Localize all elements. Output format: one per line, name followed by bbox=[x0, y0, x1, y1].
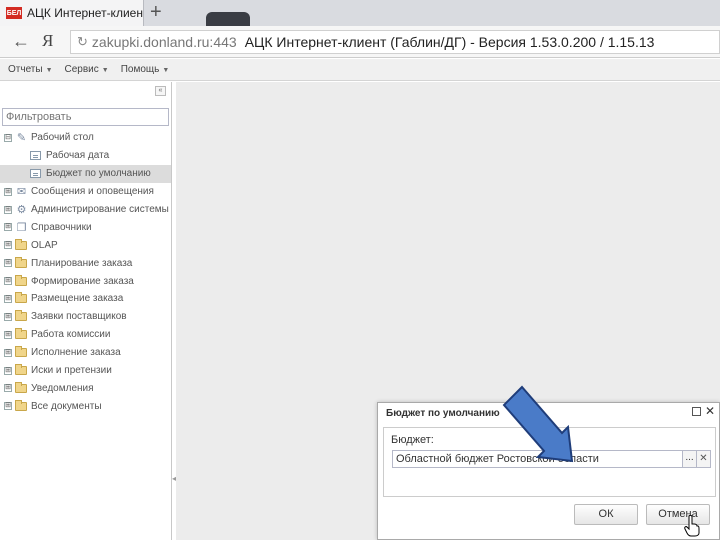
expand-toggle-icon[interactable]: ⊞ bbox=[4, 366, 12, 375]
tree-item-label: Рабочая дата bbox=[46, 150, 110, 162]
tree-item-desktop[interactable]: ⊟ ✎ Рабочий стол bbox=[0, 129, 171, 147]
tree-item-order-placement[interactable]: ⊞ Размещение заказа bbox=[0, 290, 171, 308]
tree-item-work-date[interactable]: Рабочая дата bbox=[0, 147, 171, 165]
tree-item-notifications[interactable]: ⊞ Уведомления bbox=[0, 379, 171, 397]
form-icon bbox=[30, 169, 41, 179]
tree-item-admin[interactable]: ⊞ ⚙ Администрирование системы bbox=[0, 201, 171, 219]
annotation-arrow-icon bbox=[502, 385, 574, 463]
expand-toggle-icon[interactable]: ⊞ bbox=[4, 384, 12, 393]
window-widget bbox=[206, 12, 250, 26]
expand-toggle-icon[interactable]: ⊞ bbox=[4, 294, 12, 303]
reload-icon[interactable]: ↻ bbox=[77, 34, 88, 50]
desktop-icon: ✎ bbox=[16, 132, 27, 145]
url-page-title: АЦК Интернет-клиент (Габлин/ДГ) - Версия… bbox=[244, 34, 655, 50]
folder-icon bbox=[15, 292, 27, 304]
yandex-logo-icon[interactable]: Я bbox=[42, 31, 53, 51]
tree-item-references[interactable]: ⊞ ❐ Справочники bbox=[0, 218, 171, 236]
dialog-title: Бюджет по умолчанию bbox=[386, 408, 500, 419]
tree-item-default-budget[interactable]: Бюджет по умолчанию bbox=[0, 164, 171, 183]
app-menu-bar: Отчеты ▼ Сервис ▼ Помощь ▼ bbox=[0, 59, 720, 81]
menu-reports[interactable]: Отчеты ▼ bbox=[8, 64, 53, 75]
cancel-button[interactable]: Отмена bbox=[646, 504, 710, 525]
folder-icon bbox=[15, 381, 27, 393]
tree-item-label: Работа комиссии bbox=[31, 329, 111, 341]
expand-toggle-icon[interactable]: ⊞ bbox=[4, 259, 12, 268]
tree-item-commission[interactable]: ⊞ Работа комиссии bbox=[0, 326, 171, 344]
budget-label: Бюджет: bbox=[391, 434, 434, 446]
browser-tab[interactable]: БЕЛ АЦК Интернет-клиент bbox=[0, 0, 144, 26]
tree-item-label: Исполнение заказа bbox=[31, 347, 121, 359]
tree-item-label: Администрирование системы bbox=[31, 204, 169, 215]
tree-item-label: Рабочий стол bbox=[31, 132, 94, 144]
favicon-icon: БЕЛ bbox=[6, 7, 22, 19]
expand-toggle-icon[interactable]: ⊞ bbox=[4, 223, 12, 232]
url-field[interactable]: ↻ zakupki.donland.ru:443 АЦК Интернет-кл… bbox=[70, 30, 720, 54]
expand-toggle-icon[interactable]: ⊞ bbox=[4, 348, 12, 357]
back-arrow-icon[interactable]: ← bbox=[12, 31, 30, 52]
ok-button[interactable]: ОК bbox=[574, 504, 638, 525]
new-tab-button[interactable]: + bbox=[150, 1, 162, 23]
tree-item-messages[interactable]: ⊞ ✉ Сообщения и оповещения bbox=[0, 183, 171, 201]
address-bar: ← Я ↻ zakupki.donland.ru:443 АЦК Интерне… bbox=[0, 26, 720, 58]
expand-toggle-icon[interactable]: ⊞ bbox=[4, 402, 12, 411]
admin-icon: ⚙ bbox=[16, 204, 27, 216]
tree-item-label: Иски и претензии bbox=[31, 365, 112, 377]
menu-service[interactable]: Сервис ▼ bbox=[65, 64, 109, 75]
form-icon bbox=[30, 151, 41, 161]
folder-icon bbox=[15, 364, 27, 376]
tree-item-label: Бюджет по умолчанию bbox=[46, 168, 151, 180]
tree-item-all-documents[interactable]: ⊞ Все документы bbox=[0, 397, 171, 415]
tree-item-claims[interactable]: ⊞ Иски и претензии bbox=[0, 362, 171, 380]
expand-toggle-icon[interactable]: ⊞ bbox=[4, 205, 12, 214]
folder-icon bbox=[15, 310, 27, 322]
tree-item-label: Уведомления bbox=[31, 382, 94, 394]
expand-toggle-icon[interactable]: ⊞ bbox=[4, 187, 12, 196]
navigation-panel: « ⊟ ✎ Рабочий стол Рабочая дата Бюджет п… bbox=[0, 82, 172, 540]
folder-icon bbox=[15, 238, 27, 250]
select-budget-button[interactable]: ... bbox=[683, 450, 697, 468]
collapse-toggle-icon[interactable]: ⊟ bbox=[4, 133, 12, 142]
tree-item-order-execution[interactable]: ⊞ Исполнение заказа bbox=[0, 344, 171, 362]
tab-title: АЦК Интернет-клиент bbox=[27, 6, 143, 20]
tree-item-label: Все документы bbox=[31, 400, 102, 412]
folder-icon bbox=[15, 274, 27, 286]
tree-item-label: Планирование заказа bbox=[31, 257, 133, 269]
tree-item-label: Сообщения и оповещения bbox=[31, 186, 154, 198]
collapse-panel-button[interactable]: « bbox=[155, 86, 166, 96]
messages-icon: ✉ bbox=[16, 186, 27, 199]
folder-icon bbox=[15, 346, 27, 358]
tree-item-label: Формирование заказа bbox=[31, 275, 134, 287]
maximize-icon[interactable] bbox=[692, 407, 701, 416]
chevron-down-icon: ▼ bbox=[162, 67, 170, 74]
tree-item-order-planning[interactable]: ⊞ Планирование заказа bbox=[0, 254, 171, 272]
folder-icon bbox=[15, 328, 27, 340]
chevron-down-icon: ▼ bbox=[45, 67, 53, 74]
browser-tab-strip: БЕЛ АЦК Интернет-клиент + bbox=[0, 0, 720, 26]
url-domain: zakupki.donland.ru:443 bbox=[91, 34, 237, 50]
expand-toggle-icon[interactable]: ⊞ bbox=[4, 330, 12, 339]
tree-item-label: OLAP bbox=[31, 239, 58, 251]
books-icon: ❐ bbox=[16, 221, 27, 234]
tree-item-supplier-bids[interactable]: ⊞ Заявки поставщиков bbox=[0, 308, 171, 326]
navigation-tree: ⊟ ✎ Рабочий стол Рабочая дата Бюджет по … bbox=[0, 129, 171, 415]
menu-help[interactable]: Помощь ▼ bbox=[121, 64, 170, 75]
close-icon[interactable]: ✕ bbox=[705, 404, 715, 418]
tree-item-olap[interactable]: ⊞ OLAP bbox=[0, 236, 171, 254]
tree-item-label: Размещение заказа bbox=[31, 293, 124, 305]
tree-item-label: Заявки поставщиков bbox=[31, 311, 127, 323]
expand-toggle-icon[interactable]: ⊞ bbox=[4, 277, 12, 286]
tree-item-label: Справочники bbox=[31, 221, 92, 233]
folder-icon bbox=[15, 399, 27, 411]
tree-item-order-forming[interactable]: ⊞ Формирование заказа bbox=[0, 272, 171, 290]
expand-toggle-icon[interactable]: ⊞ bbox=[4, 241, 12, 250]
filter-input[interactable] bbox=[2, 108, 169, 126]
folder-icon bbox=[15, 256, 27, 268]
clear-budget-button[interactable]: ✕ bbox=[697, 450, 711, 468]
chevron-down-icon: ▼ bbox=[101, 67, 109, 74]
expand-toggle-icon[interactable]: ⊞ bbox=[4, 312, 12, 321]
hand-cursor-icon bbox=[684, 515, 700, 537]
